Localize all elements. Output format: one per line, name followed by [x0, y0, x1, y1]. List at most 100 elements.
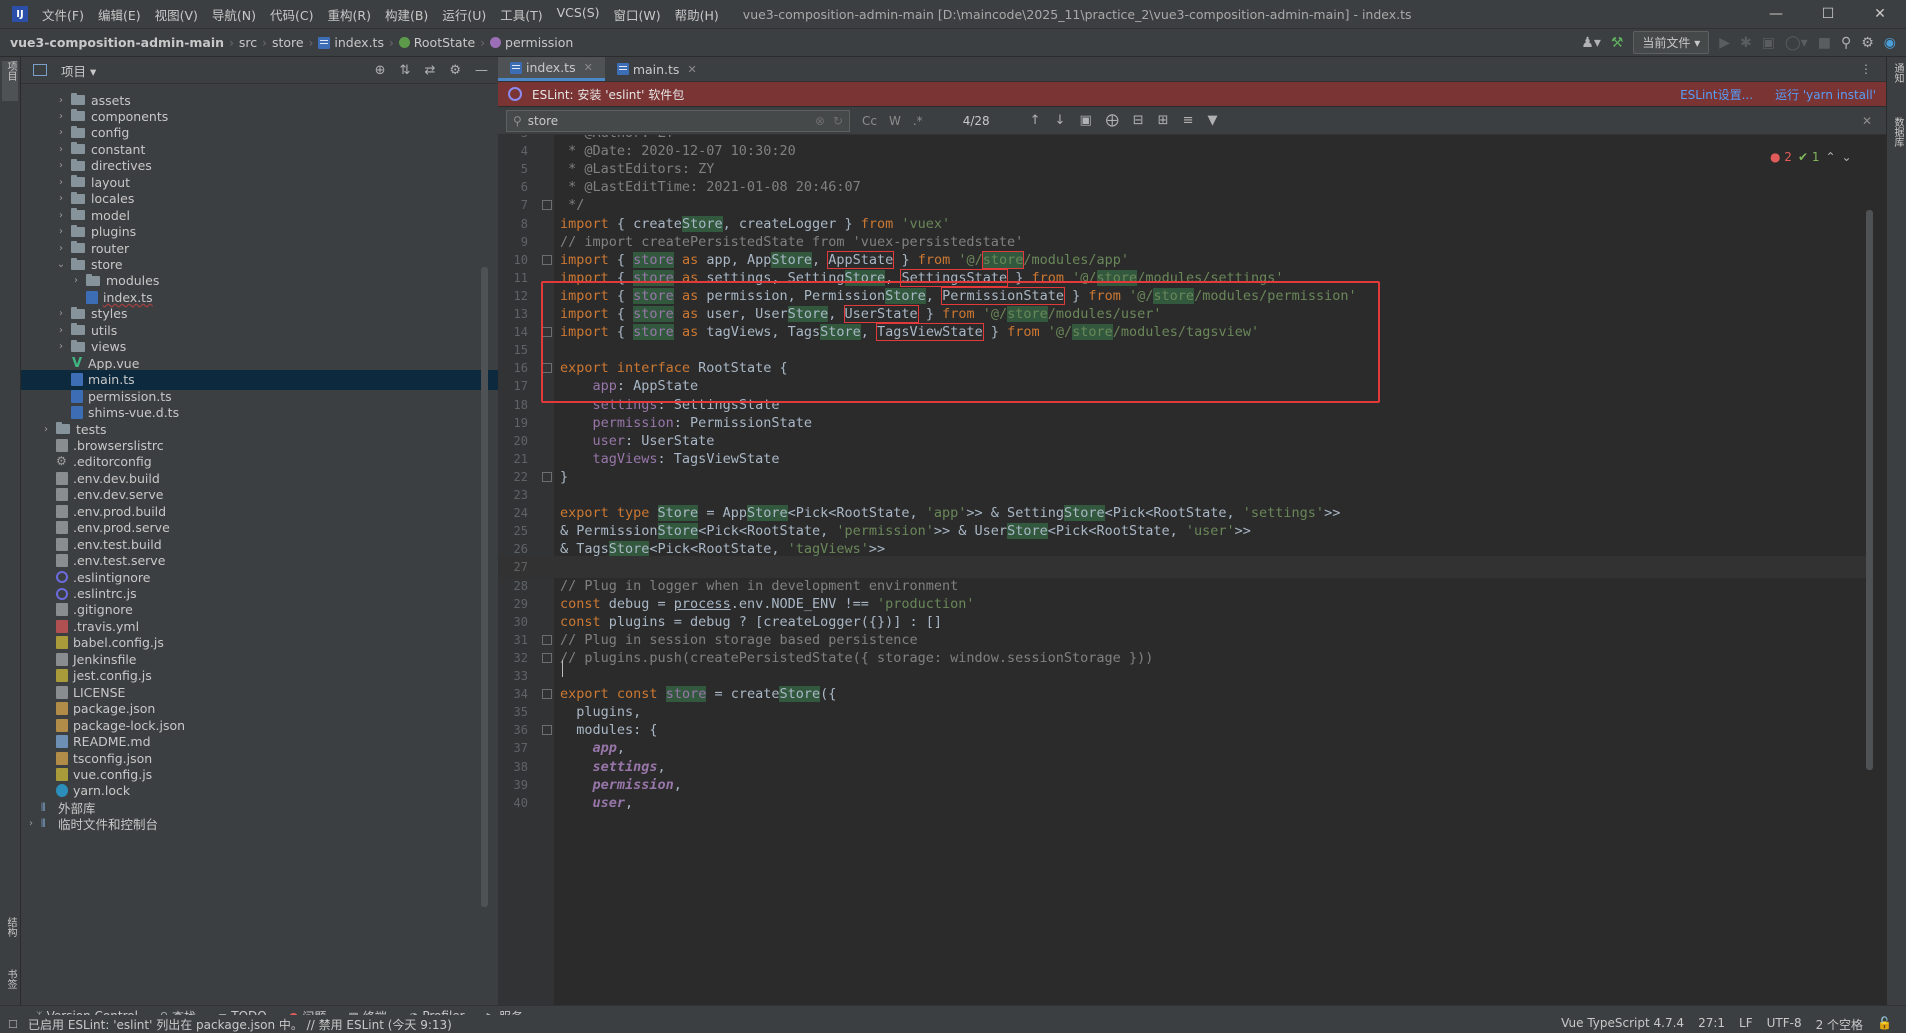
line-number[interactable]: 20 — [498, 434, 528, 448]
line-number[interactable]: 37 — [498, 741, 528, 755]
gear-icon[interactable]: ⚙ — [1861, 35, 1874, 51]
project-panel-title[interactable]: 项目 ▾ — [61, 61, 96, 80]
stop-icon[interactable]: ■ — [1818, 35, 1831, 51]
caret-position[interactable]: 27:1 — [1698, 1016, 1725, 1033]
chevron-down-icon[interactable]: ⌄ — [55, 259, 67, 270]
chevron-down-icon[interactable]: ⌄ — [1842, 150, 1852, 164]
fold-marker-icon[interactable] — [542, 689, 552, 700]
fold-marker-icon[interactable] — [542, 471, 552, 482]
chevron-right-icon[interactable]: › — [55, 341, 67, 352]
line-number[interactable]: 29 — [498, 597, 528, 611]
line-number[interactable]: 9 — [498, 235, 528, 249]
line-number[interactable]: 17 — [498, 379, 528, 393]
profiler-icon[interactable]: ◯▾ — [1785, 35, 1808, 51]
menu-item[interactable]: 帮助(H) — [675, 5, 719, 24]
line-number[interactable]: 32 — [498, 651, 528, 665]
gear-icon[interactable]: ⚙ — [449, 63, 461, 78]
menu-item[interactable]: 重构(R) — [328, 5, 371, 24]
line-number[interactable]: 16 — [498, 361, 528, 375]
line-number[interactable]: 11 — [498, 271, 528, 285]
layout-toggle-icon[interactable]: ☐ — [8, 1018, 18, 1031]
chevron-right-icon[interactable]: › — [55, 177, 67, 188]
close-icon[interactable]: ✕ — [687, 63, 696, 76]
arrow-down-icon[interactable]: ↓ — [1055, 113, 1066, 128]
line-number[interactable]: 39 — [498, 778, 528, 792]
close-icon[interactable]: ✕ — [1854, 6, 1906, 22]
chevron-right-icon[interactable]: › — [55, 193, 67, 204]
line-number[interactable]: 18 — [498, 398, 528, 412]
fold-marker-icon[interactable] — [542, 200, 552, 211]
file-encoding[interactable]: UTF-8 — [1767, 1016, 1802, 1033]
lock-icon[interactable]: 🔓 — [1877, 1016, 1892, 1033]
status-message[interactable]: 已启用 ESLint: 'eslint' 列出在 package.json 中。… — [28, 1016, 452, 1033]
line-number[interactable]: 36 — [498, 723, 528, 737]
run-yarn-install-link[interactable]: 运行 'yarn install' — [1775, 86, 1876, 103]
chevron-right-icon[interactable]: › — [70, 275, 82, 286]
tab-main-ts[interactable]: main.ts ✕ — [605, 57, 709, 81]
arrow-up-icon[interactable]: ↑ — [1030, 113, 1041, 128]
hide-panel-icon[interactable]: — — [475, 63, 488, 78]
breadcrumb-property[interactable]: permission — [490, 35, 573, 50]
menu-item[interactable]: VCS(S) — [557, 5, 600, 24]
line-number[interactable]: 14 — [498, 325, 528, 339]
fold-marker-icon[interactable] — [542, 254, 552, 265]
line-number[interactable]: 10 — [498, 253, 528, 267]
line-number[interactable]: 30 — [498, 615, 528, 629]
line-number[interactable]: 26 — [498, 542, 528, 556]
debug-icon[interactable]: ✱ — [1740, 35, 1752, 51]
chevron-up-icon[interactable]: ⌃ — [1825, 150, 1835, 164]
search-history-icon[interactable]: ↻ — [833, 114, 843, 128]
filter-icon[interactable]: ▼ — [1207, 113, 1217, 128]
line-number[interactable]: 15 — [498, 343, 528, 357]
line-number[interactable]: 19 — [498, 416, 528, 430]
fold-marker-icon[interactable] — [542, 725, 552, 736]
line-number[interactable]: 23 — [498, 488, 528, 502]
line-number[interactable]: 4 — [498, 144, 528, 158]
filter-options-icon[interactable]: ≡ — [1183, 113, 1194, 128]
editor-scrollbar[interactable] — [1866, 210, 1873, 770]
line-number[interactable]: 7 — [498, 198, 528, 212]
select-all-occurrences-icon[interactable]: ⊞ — [1158, 113, 1169, 128]
whole-word-toggle[interactable]: W — [889, 114, 901, 128]
chevron-right-icon[interactable]: › — [55, 243, 67, 254]
match-case-toggle[interactable]: Cc — [862, 114, 877, 128]
menu-item[interactable]: 工具(T) — [500, 5, 542, 24]
search-input[interactable]: ⚲ store ⊗ ↻ — [506, 109, 850, 132]
locate-file-icon[interactable]: ⊕ — [375, 63, 386, 78]
project-tree-scrollbar[interactable] — [481, 267, 488, 907]
open-in-window-icon[interactable]: ▣ — [1079, 113, 1091, 128]
maximize-icon[interactable]: ☐ — [1802, 6, 1854, 22]
code-line[interactable]: 40 user, — [498, 792, 1873, 814]
close-icon[interactable]: ✕ — [584, 61, 593, 74]
build-hammer-icon[interactable]: ⚒ — [1611, 35, 1624, 51]
tab-index-ts[interactable]: index.ts ✕ — [498, 57, 605, 81]
minimize-icon[interactable]: — — [1750, 6, 1802, 22]
line-number[interactable]: 5 — [498, 162, 528, 176]
expand-all-icon[interactable]: ⇅ — [400, 63, 411, 78]
line-number[interactable]: 25 — [498, 524, 528, 538]
code-editor[interactable]: 3 * @Author: ZY4 * @Date: 2020-12-07 10:… — [498, 135, 1873, 1005]
search-icon[interactable]: ⚲ — [1841, 35, 1851, 51]
chevron-right-icon[interactable]: › — [55, 95, 67, 106]
database-tool-tab[interactable]: 数据库 — [1889, 117, 1905, 167]
coverage-icon[interactable]: ▣ — [1762, 35, 1775, 51]
user-icon[interactable]: ♟▾ — [1581, 35, 1601, 51]
menu-item[interactable]: 编辑(E) — [98, 5, 141, 24]
line-number[interactable]: 6 — [498, 180, 528, 194]
menu-item[interactable]: 窗口(W) — [614, 5, 661, 24]
line-number[interactable]: 8 — [498, 217, 528, 231]
line-separator[interactable]: LF — [1739, 1016, 1753, 1033]
clear-search-icon[interactable]: ⊗ — [815, 114, 825, 128]
structure-tool-tab[interactable]: 结构 — [2, 917, 18, 947]
bookmarks-tool-tab[interactable]: 书签 — [2, 969, 18, 999]
menu-item[interactable]: 运行(U) — [442, 5, 486, 24]
menu-item[interactable]: 文件(F) — [42, 5, 84, 24]
line-number[interactable]: 22 — [498, 470, 528, 484]
notifications-tool-tab[interactable]: 通知 — [1889, 63, 1905, 99]
menu-item[interactable]: 构建(B) — [385, 5, 428, 24]
chevron-right-icon[interactable]: › — [40, 424, 52, 435]
app-logo-icon[interactable]: IJ — [12, 6, 28, 22]
line-number[interactable]: 33 — [498, 669, 528, 683]
eslint-settings-link[interactable]: ESLint设置... — [1680, 86, 1753, 103]
breadcrumb-interface[interactable]: RootState — [398, 35, 475, 50]
